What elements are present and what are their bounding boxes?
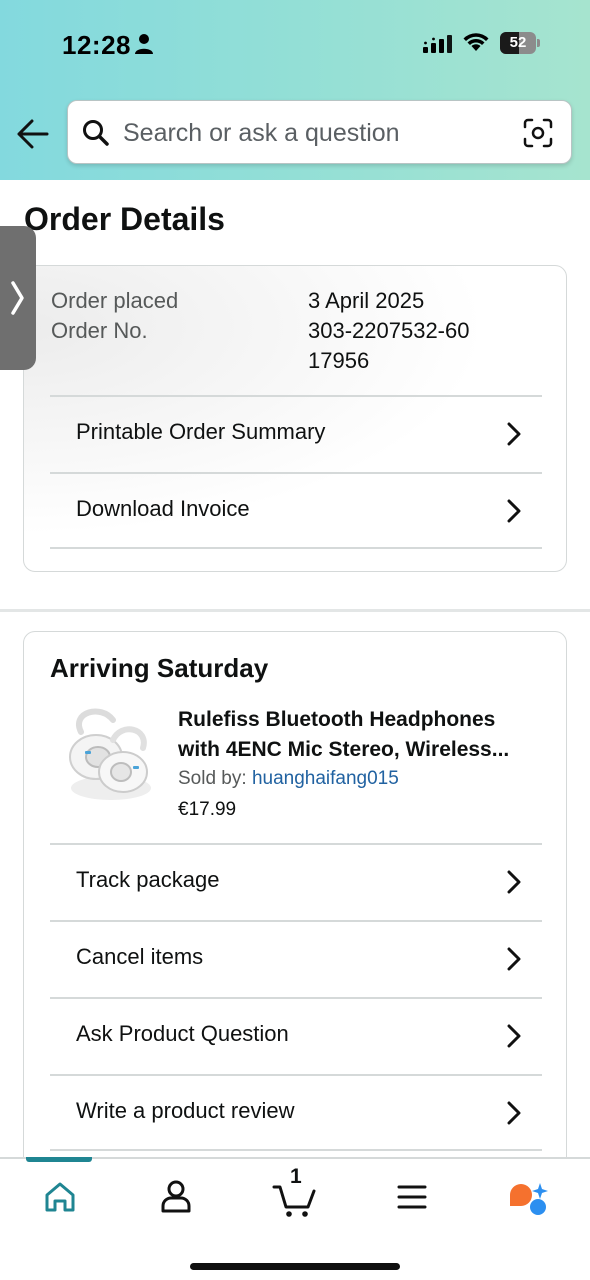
side-drawer-handle[interactable]: [0, 226, 36, 370]
cart-count-badge: 1: [290, 1165, 302, 1188]
chevron-right-icon: [507, 870, 521, 894]
home-indicator-bar: [190, 1263, 400, 1270]
chevron-right-icon: [507, 947, 521, 971]
product-title-line-1: Rulefiss Bluetooth Headphones: [178, 708, 496, 731]
row-label: Track package: [76, 867, 220, 892]
wifi-icon: [463, 33, 489, 51]
printable-order-summary-link[interactable]: Printable Order Summary: [50, 395, 542, 472]
home-icon: [45, 1182, 75, 1212]
chevron-right-icon: [11, 281, 24, 315]
order-number-value: 303-2207532-6017956: [308, 318, 470, 373]
shipment-card: Arriving Saturday Rulefiss Bluetooth Hea…: [23, 631, 567, 1158]
chevron-right-icon: [507, 1101, 521, 1125]
row-label: Printable Order Summary: [76, 419, 326, 444]
track-package-link[interactable]: Track package: [50, 843, 542, 920]
hamburger-menu-icon: [397, 1185, 427, 1209]
search-input[interactable]: [123, 115, 513, 151]
row-label: Download Invoice: [76, 496, 250, 521]
section-divider: [0, 609, 590, 612]
row-label: Cancel items: [76, 944, 204, 969]
person-icon: [135, 34, 153, 54]
product-price: €17.99: [178, 799, 237, 820]
status-time: 12:28: [62, 30, 131, 60]
back-arrow-icon[interactable]: [16, 118, 50, 150]
nav-home[interactable]: [30, 1173, 90, 1221]
top-header: 12:28 52: [0, 0, 590, 180]
search-icon: [83, 120, 109, 146]
write-review-link[interactable]: Write a product review: [50, 1074, 542, 1151]
order-info-card: Order placed Order No. 3 April 2025 303-…: [23, 265, 567, 572]
product-image[interactable]: [51, 702, 159, 810]
chevron-right-icon: [507, 422, 521, 446]
ask-product-question-link[interactable]: Ask Product Question: [50, 997, 542, 1074]
row-label: Ask Product Question: [76, 1021, 289, 1046]
product-title[interactable]: Rulefiss Bluetooth Headphones with 4ENC …: [178, 705, 538, 765]
search-bar[interactable]: [67, 100, 572, 164]
signal-icon: [423, 35, 452, 53]
product-title-line-2: with 4ENC Mic Stereo, Wireless...: [178, 738, 510, 761]
status-bar: 12:28 52: [0, 0, 590, 88]
chevron-right-icon: [507, 499, 521, 523]
order-placed-value: 3 April 2025: [308, 288, 425, 313]
active-tab-indicator: [26, 1157, 92, 1162]
user-icon: [161, 1180, 191, 1213]
cancel-items-link[interactable]: Cancel items: [50, 920, 542, 997]
nav-menu[interactable]: [382, 1173, 442, 1221]
order-placed-label: Order placed: [51, 288, 179, 313]
page-title: Order Details: [24, 201, 225, 237]
delivery-heading: Arriving Saturday: [50, 653, 269, 683]
battery-indicator: 52: [500, 32, 540, 54]
download-invoice-link[interactable]: Download Invoice: [50, 472, 542, 549]
main-content: Order Details Order placed Order No. 3 A…: [0, 180, 590, 1158]
sold-by-label: Sold by:: [178, 768, 252, 789]
nav-rufus[interactable]: [498, 1173, 558, 1221]
camera-scan-icon[interactable]: [523, 118, 553, 148]
chevron-right-icon: [507, 1024, 521, 1048]
bottom-nav: 1: [0, 1157, 590, 1280]
order-number-label: Order No.: [51, 318, 148, 343]
rufus-assistant-icon: [510, 1183, 548, 1215]
battery-percent: 52: [509, 34, 527, 51]
seller-link[interactable]: huanghaifang015: [252, 768, 399, 789]
row-label: Write a product review: [76, 1098, 295, 1123]
sold-by: Sold by: huanghaifang015: [178, 768, 399, 790]
nav-account[interactable]: [146, 1173, 206, 1221]
